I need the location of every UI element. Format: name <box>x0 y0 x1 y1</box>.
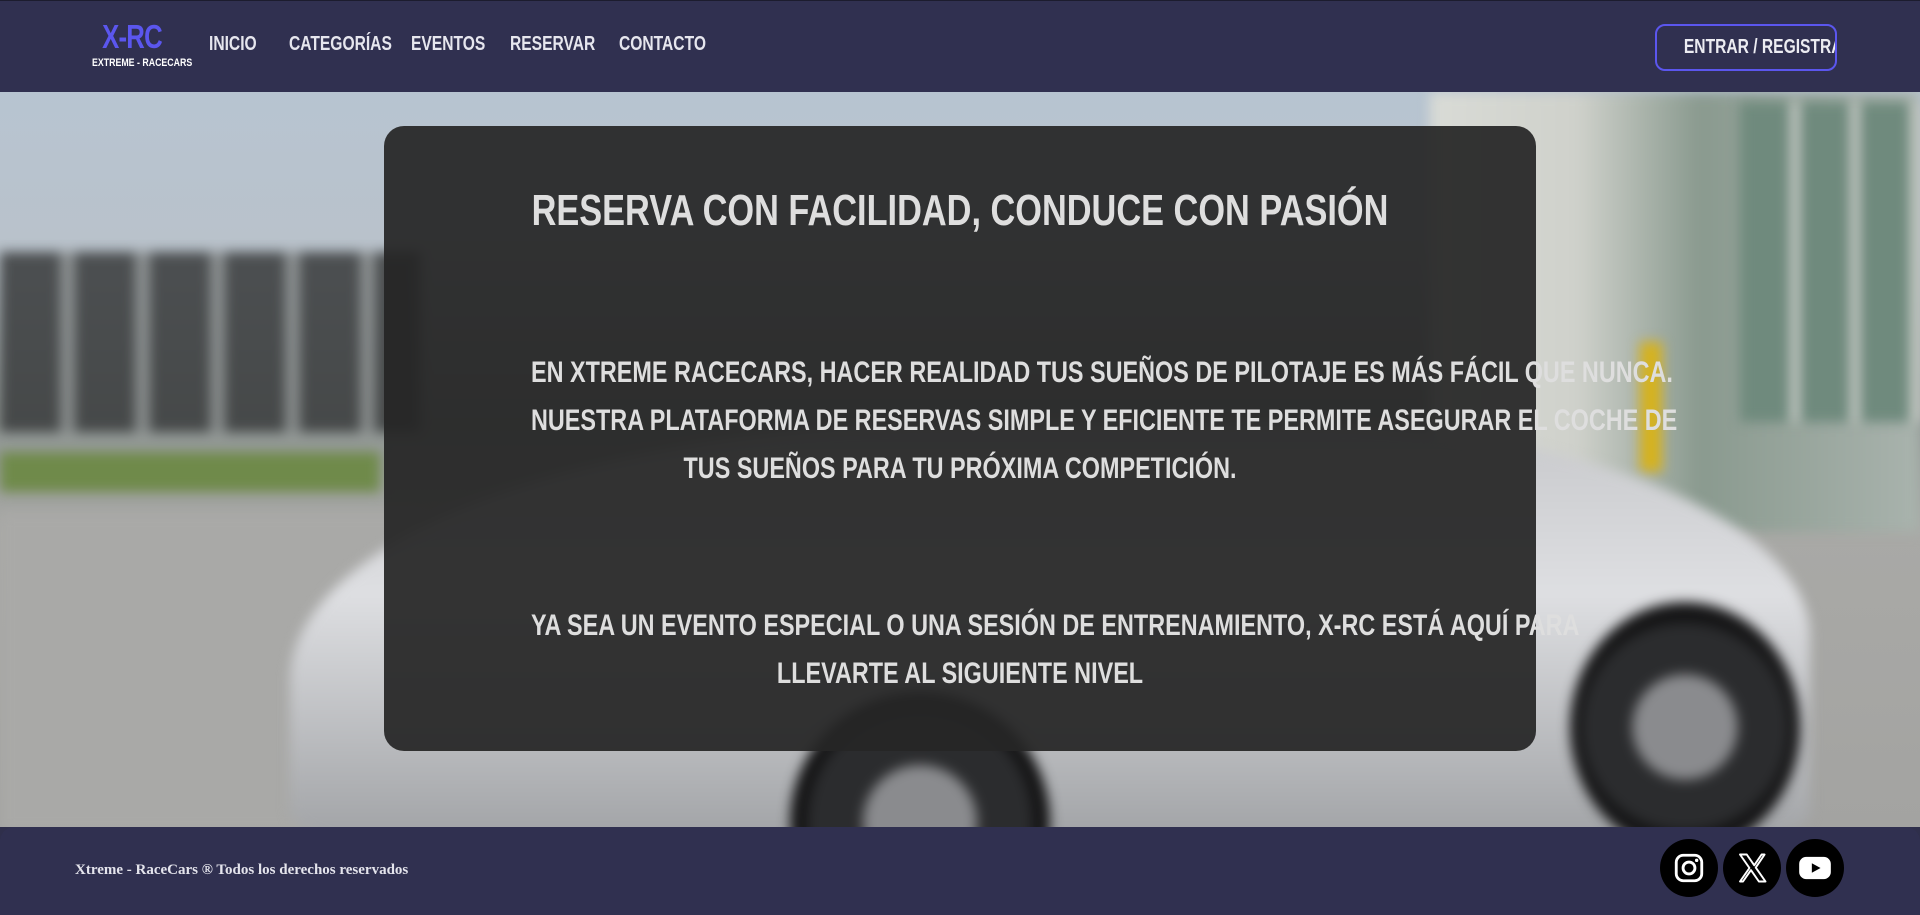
hero-paragraph-1-line: EN XTREME RACECARS, HACER REALIDAD TUS S… <box>531 356 1673 389</box>
x-twitter-icon <box>1739 853 1767 883</box>
nav-reservar[interactable]: RESERVAR <box>510 33 595 56</box>
hero-paragraph-2-line: YA SEA UN EVENTO ESPECIAL O UNA SESIÓN D… <box>531 609 1580 642</box>
login-register-button[interactable]: ENTRAR / REGISTRARSE <box>1655 24 1837 71</box>
hero-title: RESERVA CON FACILIDAD, CONDUCE CON PASIÓ… <box>531 186 1389 235</box>
youtube-icon <box>1799 856 1831 880</box>
hero-paragraph-2: YA SEA UN EVENTO ESPECIAL O UNA SESIÓN D… <box>531 602 1580 698</box>
youtube-link[interactable] <box>1786 839 1844 897</box>
hero-paragraph-1-line: TUS SUEÑOS PARA TU PRÓXIMA COMPETICIÓN. <box>683 452 1237 485</box>
nav-eventos[interactable]: EVENTOS <box>411 33 485 56</box>
hero-paragraph-2-line: LLEVARTE AL SIGUIENTE NIVEL <box>776 657 1144 690</box>
instagram-icon <box>1674 853 1704 883</box>
hero-card: RESERVA CON FACILIDAD, CONDUCE CON PASIÓ… <box>384 126 1678 751</box>
hero-section: RESERVA CON FACILIDAD, CONDUCE CON PASIÓ… <box>0 92 1920 827</box>
logo-tagline: EXTREME - RACECARS <box>92 57 193 69</box>
navbar: X-RC EXTREME - RACECARS INICIO CATEGORÍA… <box>0 0 1920 92</box>
nav-contacto[interactable]: CONTACTO <box>619 33 706 56</box>
instagram-link[interactable] <box>1660 839 1718 897</box>
x-twitter-link[interactable] <box>1723 839 1781 897</box>
hero-paragraph-1: EN XTREME RACECARS, HACER REALIDAD TUS S… <box>531 349 1678 493</box>
hero-bg-fence <box>0 252 420 432</box>
nav-categorias[interactable]: CATEGORÍAS <box>289 33 392 56</box>
hero-bg-grass <box>0 452 380 492</box>
login-register-label: ENTRAR / REGISTRARSE <box>1683 36 1835 58</box>
hero-paragraph-1-line: NUESTRA PLATAFORMA DE RESERVAS SIMPLE Y … <box>531 404 1678 437</box>
footer: Xtreme - RaceCars ® Todos los derechos r… <box>0 827 1920 915</box>
brand-logo[interactable]: X-RC EXTREME - RACECARS <box>82 18 193 70</box>
copyright-text: Xtreme - RaceCars ® Todos los derechos r… <box>75 862 409 878</box>
logo-text: X-RC <box>102 18 163 55</box>
nav-inicio[interactable]: INICIO <box>209 33 257 56</box>
hero-bg-windows <box>1740 102 1920 422</box>
